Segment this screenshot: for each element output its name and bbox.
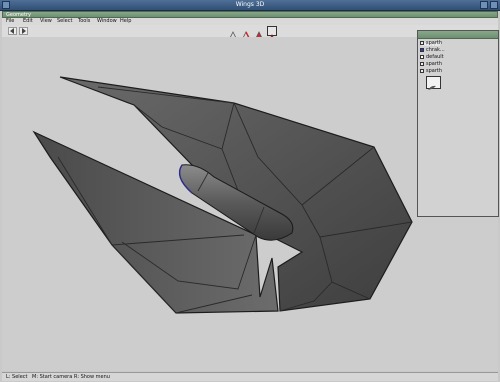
menu-view[interactable]: View (40, 18, 52, 25)
outliner-panel[interactable]: Outliner sparth chrak... default sparth … (417, 30, 499, 217)
menu-edit[interactable]: Edit (23, 18, 33, 25)
outliner-item[interactable]: sparth (420, 40, 480, 46)
close-icon[interactable] (490, 1, 498, 9)
vertex-select-icon[interactable] (228, 26, 239, 42)
outliner-item[interactable]: default (420, 54, 480, 60)
outliner-item-label: chrak... (426, 47, 445, 53)
outliner-header: Outliner (418, 31, 498, 48)
menu-help[interactable]: Help (120, 18, 131, 25)
geometry-header: Geometry (2, 11, 498, 18)
window-title: Wings 3D (235, 1, 265, 8)
menu-window[interactable]: Window (97, 18, 117, 25)
edge-select-icon[interactable] (241, 26, 251, 41)
status-right: R: Show menu (74, 374, 110, 380)
outliner-item-label: default (426, 54, 444, 60)
minimize-icon[interactable] (480, 1, 488, 9)
menu-bar: File Edit View Select Tools Window Help (2, 18, 498, 25)
outliner-item-label: sparth (426, 68, 443, 74)
title-bar: Wings 3D (0, 0, 500, 11)
face-select-icon[interactable] (254, 26, 264, 41)
material-icon (420, 47, 424, 52)
outliner-item[interactable]: chrak... (420, 47, 480, 53)
status-left: L: Select (6, 374, 28, 380)
menu-select[interactable]: Select (57, 18, 72, 25)
outliner-item[interactable]: sparth (420, 61, 480, 67)
status-bar: L: Select M: Start camera R: Show menu (2, 372, 498, 381)
back-arrow-icon[interactable] (8, 27, 17, 35)
status-middle: M: Start camera (32, 374, 73, 380)
material-icon (420, 54, 424, 59)
image-thumbnail-icon[interactable] (426, 76, 441, 90)
object-icon (420, 68, 424, 73)
outliner-item-label: sparth (426, 61, 443, 67)
forward-arrow-icon[interactable] (19, 27, 28, 35)
object-icon (420, 61, 424, 66)
menu-tools[interactable]: Tools (78, 18, 90, 25)
object-icon (420, 40, 424, 45)
body-select-icon[interactable] (267, 26, 277, 42)
outliner-item-label: sparth (426, 40, 443, 46)
outliner-item[interactable]: sparth (420, 68, 480, 74)
menu-file[interactable]: File (6, 18, 14, 25)
